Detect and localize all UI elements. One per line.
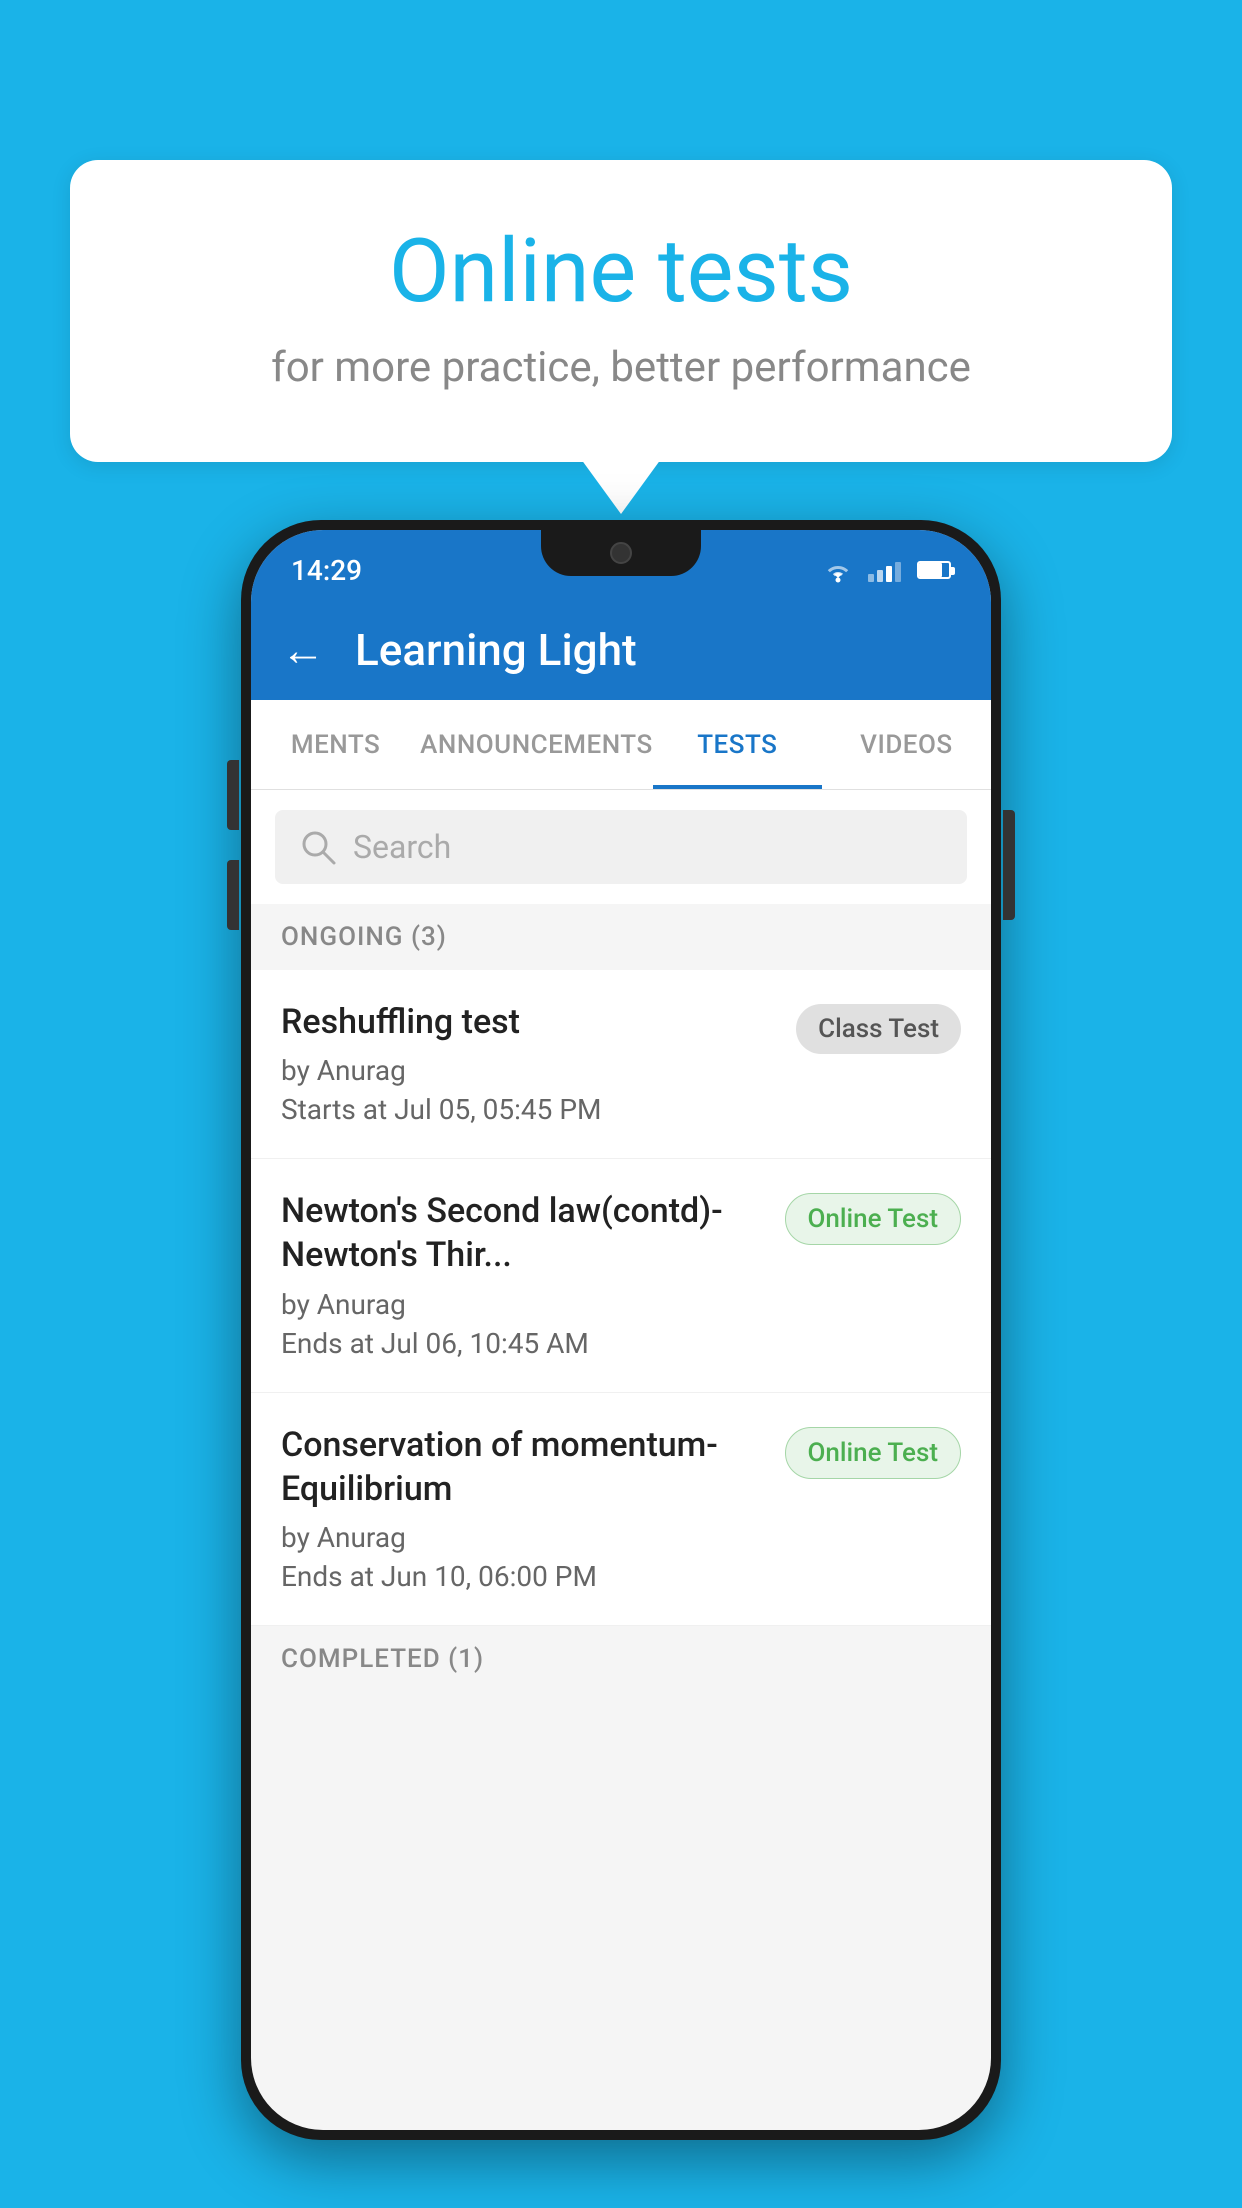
test-date-1: Starts at Jul 05, 05:45 PM xyxy=(281,1093,776,1126)
test-content-3: Conservation of momentum-Equilibrium by … xyxy=(281,1423,765,1593)
status-time: 14:29 xyxy=(291,554,362,587)
wifi-icon xyxy=(820,556,856,584)
test-author-1: by Anurag xyxy=(281,1054,776,1087)
badge-online-test-2: Online Test xyxy=(785,1193,962,1245)
test-item-newtons[interactable]: Newton's Second law(contd)-Newton's Thir… xyxy=(251,1159,991,1392)
tab-announcements[interactable]: ANNOUNCEMENTS xyxy=(420,700,653,789)
test-item-reshuffling[interactable]: Reshuffling test by Anurag Starts at Jul… xyxy=(251,970,991,1159)
signal-icon xyxy=(868,558,901,582)
completed-section-header: COMPLETED (1) xyxy=(251,1626,991,1692)
search-box[interactable]: Search xyxy=(275,810,967,884)
test-date-3: Ends at Jun 10, 06:00 PM xyxy=(281,1560,765,1593)
test-item-conservation[interactable]: Conservation of momentum-Equilibrium by … xyxy=(251,1393,991,1626)
test-title-2: Newton's Second law(contd)-Newton's Thir… xyxy=(281,1189,765,1277)
tab-videos[interactable]: VIDEOS xyxy=(822,700,991,789)
bubble-title: Online tests xyxy=(150,220,1092,323)
phone-inner: 14:29 xyxy=(251,530,991,2130)
phone-mockup: 14:29 xyxy=(241,520,1001,2140)
volume-up-button xyxy=(227,760,239,830)
status-icons xyxy=(820,556,951,584)
power-button xyxy=(1003,810,1015,920)
test-author-2: by Anurag xyxy=(281,1288,765,1321)
test-title-1: Reshuffling test xyxy=(281,1000,776,1044)
tests-list: Reshuffling test by Anurag Starts at Jul… xyxy=(251,970,991,1626)
notch xyxy=(541,530,701,576)
search-container: Search xyxy=(251,790,991,904)
test-date-2: Ends at Jul 06, 10:45 AM xyxy=(281,1327,765,1360)
tab-tests[interactable]: TESTS xyxy=(653,700,822,789)
test-content-2: Newton's Second law(contd)-Newton's Thir… xyxy=(281,1189,765,1359)
ongoing-section-header: ONGOING (3) xyxy=(251,904,991,970)
completed-label: COMPLETED (1) xyxy=(281,1644,484,1674)
test-content-1: Reshuffling test by Anurag Starts at Jul… xyxy=(281,1000,776,1126)
tab-assignments[interactable]: MENTS xyxy=(251,700,420,789)
speech-bubble: Online tests for more practice, better p… xyxy=(70,160,1172,462)
front-camera xyxy=(610,542,632,564)
tabs-bar: MENTS ANNOUNCEMENTS TESTS VIDEOS xyxy=(251,700,991,790)
test-author-3: by Anurag xyxy=(281,1521,765,1554)
volume-down-button xyxy=(227,860,239,930)
back-button[interactable]: ← xyxy=(281,624,325,676)
bubble-subtitle: for more practice, better performance xyxy=(150,343,1092,392)
phone-outer: 14:29 xyxy=(241,520,1001,2140)
ongoing-label: ONGOING (3) xyxy=(281,922,447,952)
badge-class-test-1: Class Test xyxy=(796,1004,961,1054)
badge-online-test-3: Online Test xyxy=(785,1427,962,1479)
app-bar: ← Learning Light xyxy=(251,600,991,700)
test-title-3: Conservation of momentum-Equilibrium xyxy=(281,1423,765,1511)
search-placeholder: Search xyxy=(353,828,451,866)
battery-icon xyxy=(917,561,951,579)
search-icon xyxy=(299,828,337,866)
app-bar-title: Learning Light xyxy=(355,624,637,676)
